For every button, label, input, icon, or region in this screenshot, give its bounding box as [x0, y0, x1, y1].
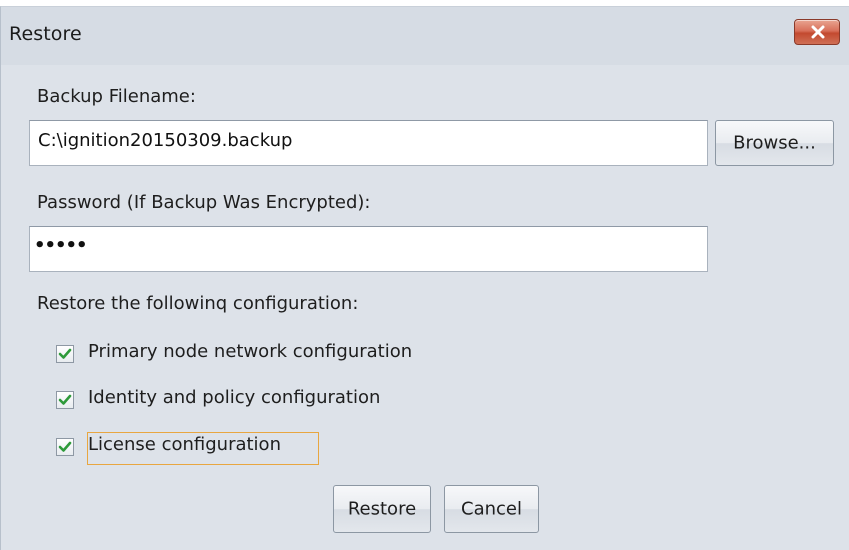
backup-filename-value: C:\ignition20150309.backup	[38, 130, 293, 151]
cancel-button-label: Cancel	[461, 498, 522, 520]
restore-button[interactable]: Restore	[333, 485, 431, 533]
password-masked-value: •••••	[34, 235, 88, 256]
browse-button-label: Browse...	[733, 132, 816, 154]
checkbox-identity-policy[interactable]	[56, 391, 74, 409]
focus-ring	[87, 432, 319, 465]
restore-dialog: Restore Backup Filename: C:\ignition2015…	[0, 6, 849, 550]
title-bar: Restore	[1, 7, 849, 65]
backup-filename-field[interactable]: C:\ignition20150309.backup	[29, 120, 708, 166]
check-icon	[58, 394, 72, 405]
cancel-button[interactable]: Cancel	[444, 485, 539, 533]
checkbox-primary-node-network[interactable]	[56, 345, 74, 363]
restore-config-label: Restore the followinq configuration:	[37, 293, 359, 314]
checkbox-license[interactable]	[56, 438, 74, 456]
close-button[interactable]	[794, 19, 840, 45]
check-icon	[58, 348, 72, 359]
password-field[interactable]: •••••	[29, 226, 708, 272]
option-label-identity-policy: Identity and policy configuration	[88, 387, 381, 408]
check-icon	[58, 441, 72, 452]
browse-button[interactable]: Browse...	[715, 120, 834, 166]
option-label-primary-node-network: Primary node network configuration	[88, 341, 413, 362]
password-label: Password (If Backup Was Encrypted):	[37, 192, 371, 213]
restore-button-label: Restore	[347, 498, 417, 520]
window-title: Restore	[9, 23, 82, 45]
close-icon	[811, 25, 825, 39]
backup-filename-label: Backup Filename:	[37, 86, 196, 107]
